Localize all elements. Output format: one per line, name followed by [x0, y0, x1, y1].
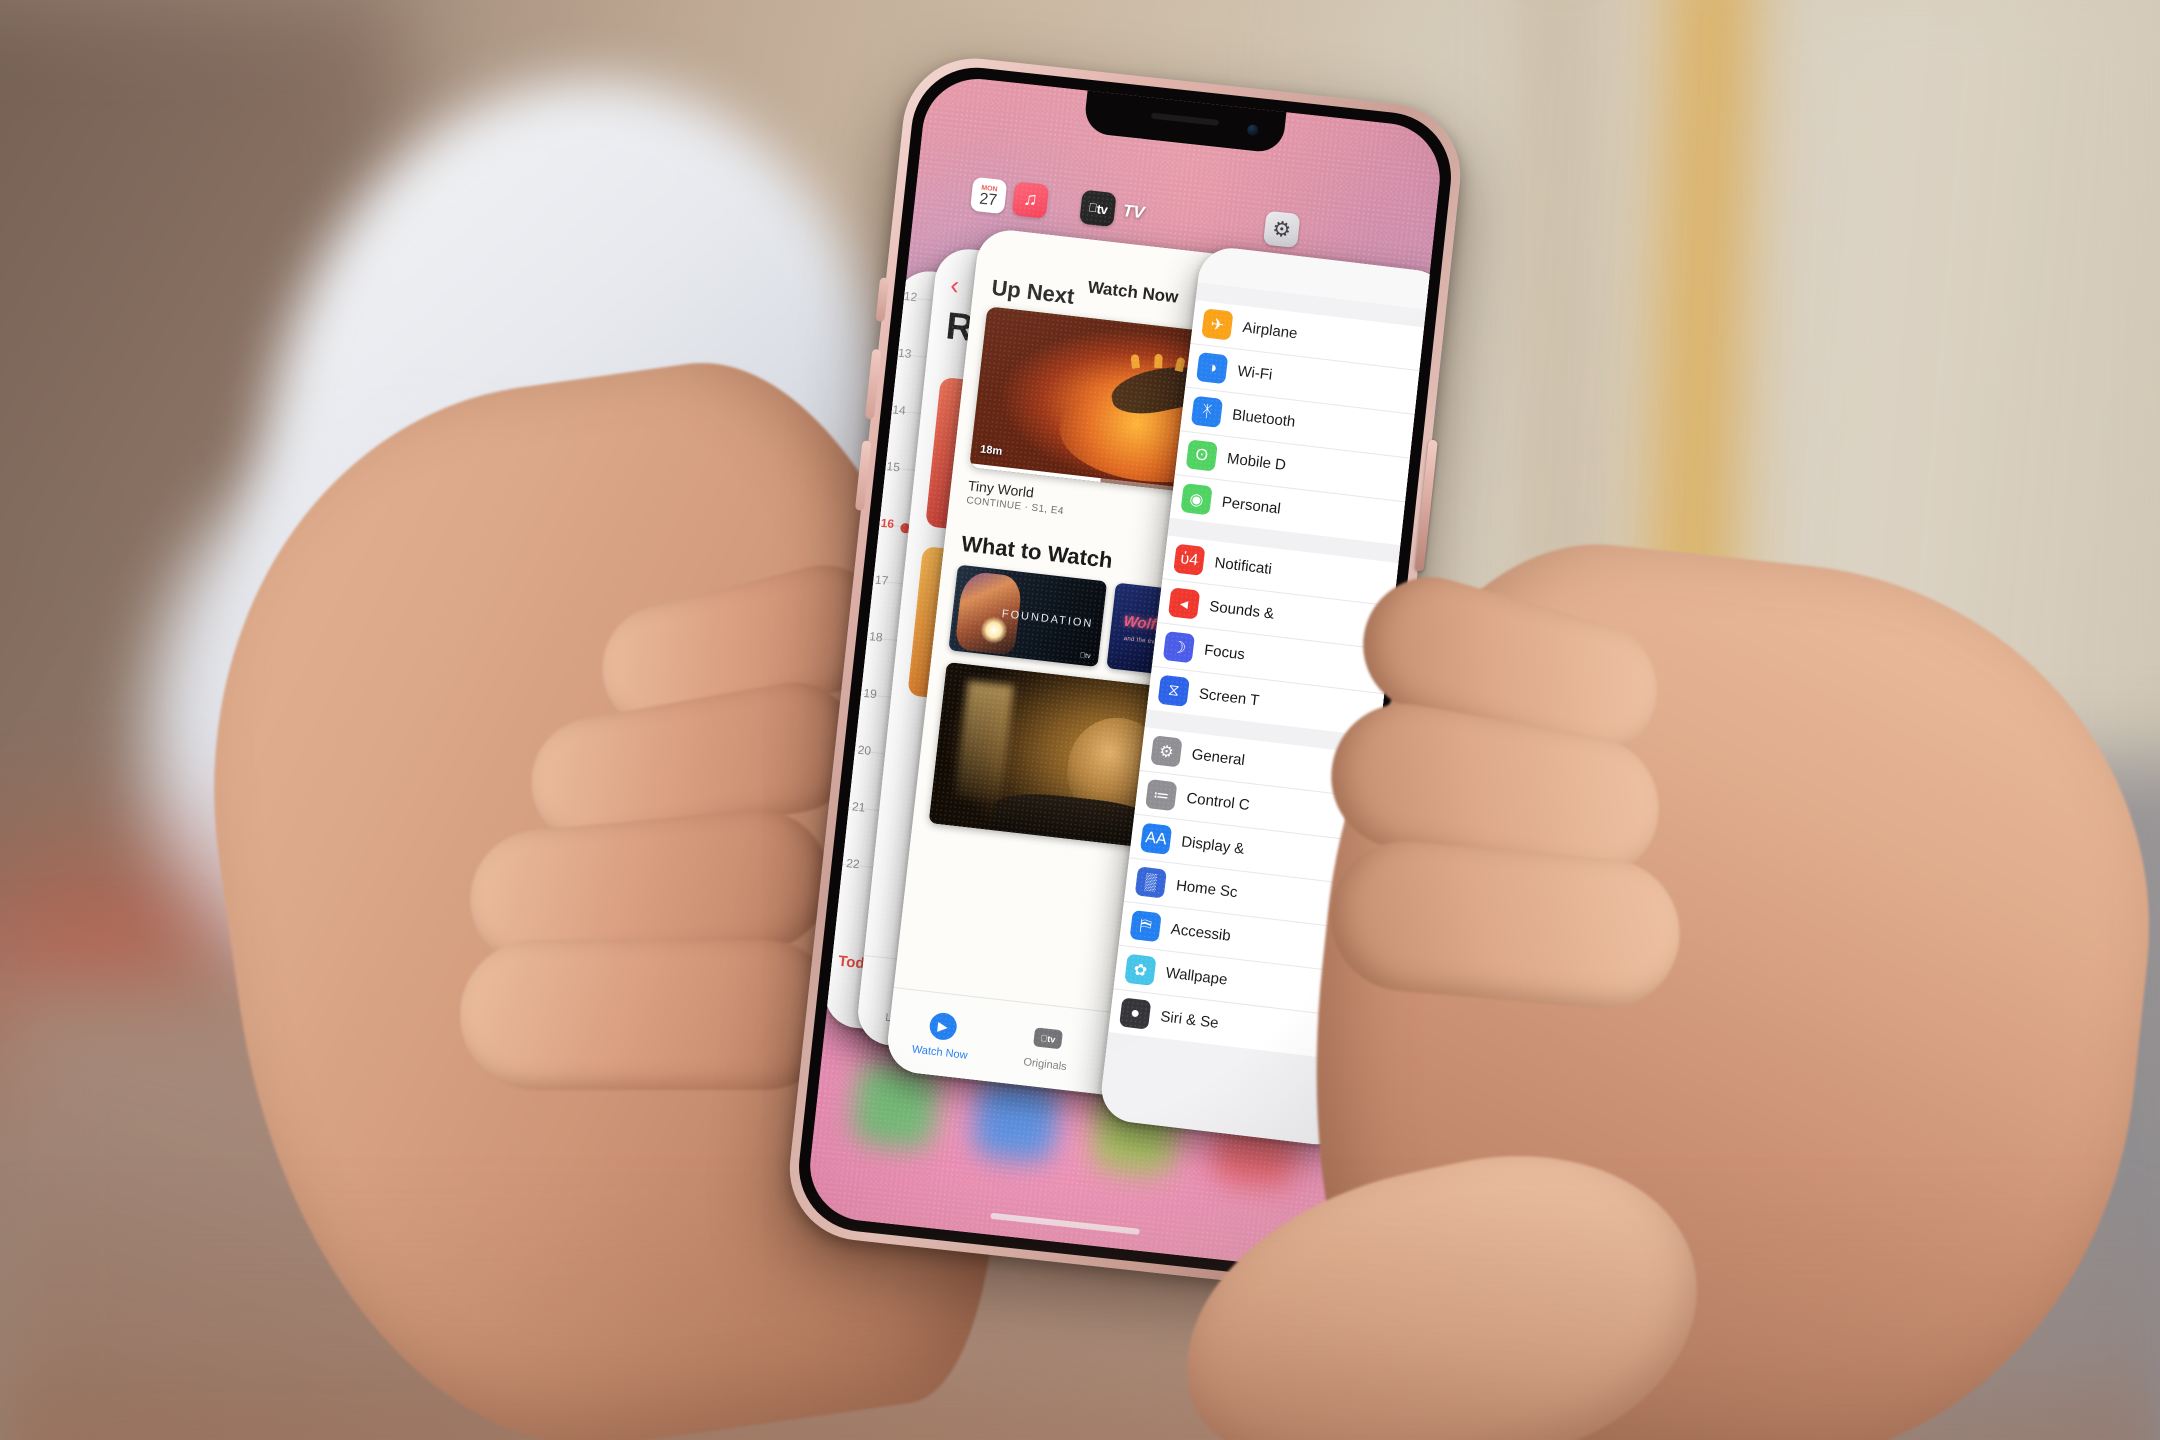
calendar-hour-label: 15: [885, 459, 901, 475]
app-header-tv[interactable]: tv TV: [1079, 189, 1146, 231]
settings-row-label: Personal: [1220, 493, 1282, 518]
earpiece-speaker: [1150, 112, 1220, 126]
calendar-hour-label: 21: [851, 799, 867, 815]
settings-row-label: Wallpape: [1164, 964, 1229, 989]
apple-tv-badge: tv: [1079, 652, 1091, 661]
calendar-hour-label: 19: [862, 685, 878, 702]
settings-gear-icon: ⚙: [1262, 210, 1301, 249]
scene-root: MON 27 ♫ tv TV ⚙ 12 13 14: [0, 0, 2160, 1440]
settings-row-label: Screen T: [1198, 685, 1261, 710]
calendar-hour-label: 18: [868, 629, 884, 645]
settings-group: ✈ Airplane ◑ Wi-Fi ᛡ Bluetooth ʘ Mobile D ◉ Perso…: [1169, 300, 1444, 548]
calendar-hour-label: 20: [857, 742, 872, 758]
settings-row-label: Siri & Se: [1159, 1008, 1220, 1032]
screen-time-hourglass-icon: ⧖: [1157, 674, 1190, 707]
app-header-settings[interactable]: ⚙: [1262, 210, 1301, 249]
wallpaper-icon: ✿: [1124, 953, 1157, 986]
calendar-hour-label: 22: [845, 856, 861, 872]
airplane-icon: ✈: [1201, 308, 1234, 341]
sounds-speaker-icon: ◂: [1167, 587, 1201, 620]
settings-nav-bar: [1197, 244, 1446, 312]
settings-row-label: Notificati: [1213, 554, 1273, 579]
settings-row-label: Sounds &: [1208, 598, 1276, 623]
display-brightness-icon: AA: [1139, 822, 1173, 855]
settings-row-label: Wi-Fi: [1236, 362, 1274, 384]
finger-little: [460, 940, 840, 1090]
accessibility-icon: ⛿: [1129, 910, 1162, 943]
tab-originals[interactable]: tv Originals: [990, 1000, 1105, 1093]
tab-watch-now-label: Watch Now: [911, 1043, 969, 1062]
control-centre-icon: ≔: [1145, 778, 1178, 812]
apple-tv-icon: tv: [1079, 189, 1117, 228]
mobile-data-icon: ʘ: [1185, 439, 1218, 472]
calendar-hour-label: 13: [897, 345, 913, 361]
focus-moon-icon: ☽: [1162, 631, 1196, 664]
notifications-bell-icon: ὑ4: [1173, 543, 1206, 576]
settings-row-label: Bluetooth: [1231, 406, 1297, 431]
general-gear-icon: ⚙: [1150, 735, 1183, 768]
settings-row-label: Accessib: [1169, 920, 1232, 945]
settings-row-label: General: [1190, 745, 1246, 770]
settings-row-label: Home Sc: [1175, 877, 1239, 902]
app-header-tv-label: TV: [1121, 201, 1146, 223]
siri-icon: ●: [1119, 997, 1152, 1030]
calendar-hour-label: 16: [880, 515, 895, 532]
calendar-hour-label: 14: [891, 402, 907, 418]
settings-row-label: Display &: [1180, 833, 1246, 858]
apple-tv-icon: tv: [1031, 1022, 1064, 1055]
chevron-left-icon[interactable]: ‹: [949, 269, 961, 300]
tv-hero-duration: 18m: [979, 443, 1003, 458]
settings-row-label: Control C: [1185, 789, 1251, 815]
front-camera-icon: [1246, 124, 1259, 137]
wifi-icon: ◑: [1196, 351, 1229, 385]
personal-hotspot-icon: ◉: [1180, 483, 1213, 516]
settings-row-label: Mobile D: [1226, 450, 1287, 474]
poster-foundation[interactable]: FOUNDATION tv: [948, 564, 1108, 668]
settings-row-label: Airplane: [1241, 318, 1299, 343]
tab-originals-label: Originals: [1022, 1055, 1068, 1073]
bluetooth-icon: ᛡ: [1190, 395, 1224, 428]
calendar-hour-label: 17: [874, 572, 890, 588]
home-screen-icon: ▒: [1134, 866, 1167, 899]
app-header-calendar[interactable]: MON 27 ♫: [969, 176, 1050, 219]
music-icon: ♫: [1011, 181, 1050, 219]
settings-row-label: Focus: [1203, 641, 1246, 664]
calendar-day-number: 27: [978, 190, 998, 209]
tab-watch-now[interactable]: ▶ Watch Now: [884, 988, 999, 1081]
tv-nav-title: Watch Now: [1086, 277, 1180, 307]
calendar-hour-label: 12: [903, 288, 918, 305]
calendar-icon: MON 27: [969, 176, 1008, 215]
play-circle-icon: ▶: [926, 1010, 959, 1043]
